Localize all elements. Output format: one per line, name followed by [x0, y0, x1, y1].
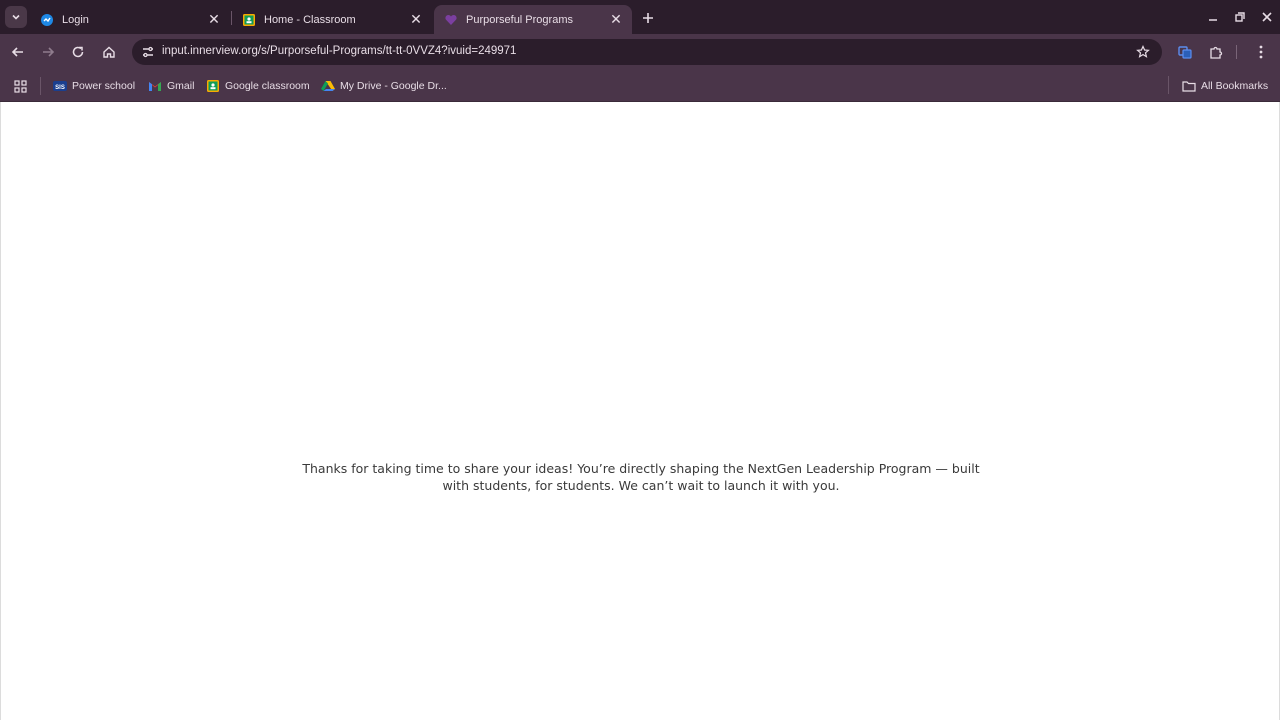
restore-icon	[1235, 12, 1245, 22]
puzzle-icon	[1209, 46, 1222, 59]
tab-title: Home - Classroom	[264, 13, 356, 26]
bookmark-google-classroom[interactable]: Google classroom	[206, 77, 310, 95]
bookmark-separator	[1168, 76, 1169, 94]
bookmark-label: Google classroom	[225, 80, 310, 92]
new-tab-button[interactable]	[638, 8, 658, 28]
tab-home-classroom[interactable]: Home - Classroom ✕	[232, 5, 432, 34]
bookmark-label: My Drive - Google Dr...	[340, 80, 447, 92]
close-icon	[1262, 12, 1272, 22]
login-site-icon	[40, 13, 54, 27]
page-content: Thanks for taking time to share your ide…	[0, 102, 1280, 720]
bookmark-power-school[interactable]: SIS Power school	[53, 77, 135, 95]
reload-icon	[72, 46, 84, 58]
thank-you-message: Thanks for taking time to share your ide…	[302, 461, 980, 493]
translate-extension-icon	[1178, 46, 1192, 59]
minimize-button[interactable]	[1203, 8, 1223, 26]
bookmark-star-icon[interactable]	[1134, 43, 1152, 61]
close-window-button[interactable]	[1257, 8, 1277, 26]
tab-title: Login	[62, 13, 89, 26]
heart-icon	[444, 13, 458, 27]
reload-button[interactable]	[67, 41, 89, 63]
url-text[interactable]: input.innerview.org/s/Purporseful-Progra…	[162, 45, 516, 57]
site-settings-icon[interactable]	[140, 44, 156, 60]
forward-button[interactable]	[37, 41, 59, 63]
bookmark-label: Power school	[72, 80, 136, 92]
apps-grid-icon	[14, 79, 27, 93]
close-icon[interactable]: ✕	[408, 11, 424, 28]
classroom-icon	[206, 79, 220, 93]
bookmark-label: Gmail	[167, 80, 195, 92]
home-button[interactable]	[98, 41, 120, 63]
folder-icon	[1182, 79, 1196, 93]
all-bookmarks-button[interactable]: All Bookmarks	[1182, 77, 1268, 95]
bookmarks-bar: SIS Power school Gmail Google classroom …	[0, 70, 1280, 102]
svg-text:SIS: SIS	[55, 85, 65, 91]
drive-icon	[321, 79, 335, 93]
sis-icon: SIS	[53, 79, 67, 93]
arrow-left-icon	[11, 47, 23, 57]
arrow-right-icon	[43, 47, 55, 57]
back-button[interactable]	[7, 41, 29, 63]
minimize-icon	[1209, 19, 1217, 21]
home-icon	[103, 46, 115, 58]
close-icon[interactable]: ✕	[206, 11, 222, 28]
more-vert-icon	[1259, 45, 1263, 59]
extension-button[interactable]	[1174, 41, 1196, 63]
plus-icon	[643, 13, 653, 23]
tab-title: Purporseful Programs	[466, 13, 573, 26]
address-bar[interactable]: input.innerview.org/s/Purporseful-Progra…	[132, 39, 1162, 65]
browser-toolbar: input.innerview.org/s/Purporseful-Progra…	[0, 34, 1280, 70]
toolbar-separator	[1236, 45, 1237, 59]
tab-strip: Login ✕ Home - Classroom ✕ Purporseful P…	[0, 0, 1280, 34]
apps-button[interactable]	[14, 77, 27, 95]
bookmark-my-drive[interactable]: My Drive - Google Dr...	[321, 77, 447, 95]
extensions-button[interactable]	[1205, 41, 1227, 63]
bookmark-gmail[interactable]: Gmail	[148, 77, 194, 95]
chevron-down-icon	[12, 14, 20, 20]
gmail-icon	[148, 79, 162, 93]
tab-search-button[interactable]	[5, 6, 27, 28]
menu-button[interactable]	[1250, 41, 1272, 63]
tab-purporseful-programs[interactable]: Purporseful Programs ✕	[434, 5, 632, 34]
tab-login[interactable]: Login ✕	[30, 5, 230, 34]
classroom-icon	[242, 13, 256, 27]
bookmark-separator	[40, 77, 41, 95]
close-icon[interactable]: ✕	[608, 11, 624, 28]
all-bookmarks-label: All Bookmarks	[1201, 80, 1269, 92]
restore-button[interactable]	[1230, 8, 1250, 26]
